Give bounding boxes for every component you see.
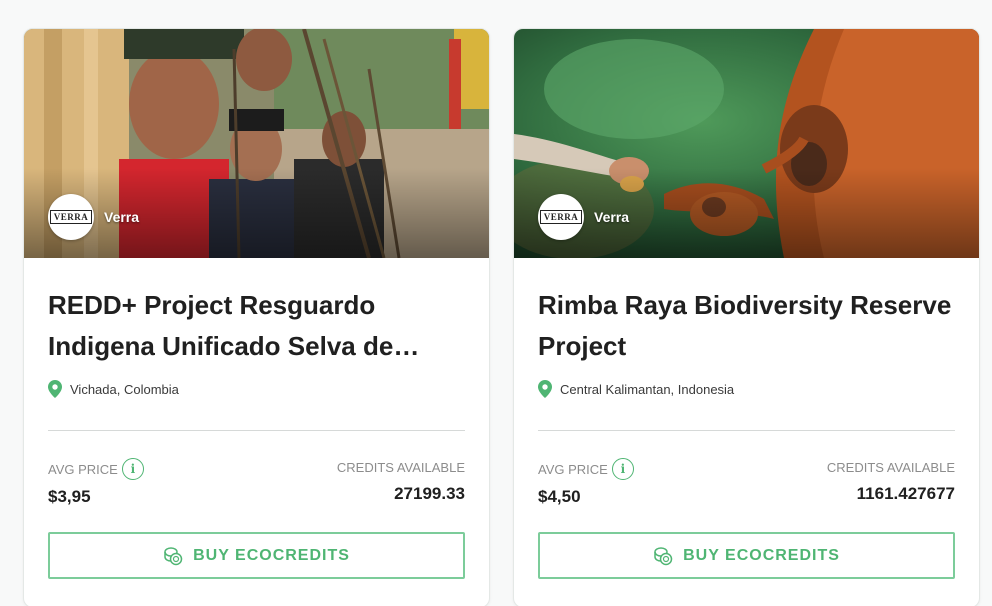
card-body: Rimba Raya Biodiversity Reserve Project … bbox=[514, 285, 979, 507]
project-title[interactable]: Rimba Raya Biodiversity Reserve Project bbox=[538, 285, 955, 367]
credits-available-label: CREDITS AVAILABLE bbox=[826, 459, 955, 475]
registry-name: Verra bbox=[104, 209, 140, 225]
location-pin-icon bbox=[538, 380, 552, 398]
credits-available-value: 1161.427677 bbox=[856, 484, 955, 503]
registry-name: Verra bbox=[594, 209, 630, 225]
location-pin-icon bbox=[48, 380, 62, 398]
project-photo: VERRA Verra bbox=[514, 29, 979, 258]
buy-button-label: BUY ECOCREDITS bbox=[193, 546, 350, 564]
credits-available-stat: CREDITS AVAILABLE 27199.33 bbox=[337, 459, 465, 507]
registry-logo: VERRA bbox=[48, 194, 94, 240]
credits-available-value: 27199.33 bbox=[394, 484, 465, 503]
registry-badge: VERRA Verra bbox=[48, 194, 139, 240]
location-text: Vichada, Colombia bbox=[70, 381, 179, 397]
price-stats: AVG PRICE i $3,95 CREDITS AVAILABLE 2719… bbox=[48, 458, 465, 507]
project-card-grid: VERRA Verra REDD+ Project Resguardo Indi… bbox=[23, 28, 980, 606]
project-title[interactable]: REDD+ Project Resguardo Indigena Unifica… bbox=[48, 285, 465, 367]
location-text: Central Kalimantan, Indonesia bbox=[560, 381, 735, 397]
buy-ecocredits-button[interactable]: BUY ECOCREDITS bbox=[48, 532, 465, 579]
buy-button-label: BUY ECOCREDITS bbox=[683, 546, 840, 564]
avg-price-label: AVG PRICE i bbox=[538, 458, 634, 480]
project-location: Vichada, Colombia bbox=[48, 380, 465, 398]
price-stats: AVG PRICE i $4,50 CREDITS AVAILABLE 1161… bbox=[538, 458, 955, 507]
info-icon[interactable]: i bbox=[121, 458, 144, 480]
coins-icon bbox=[164, 546, 183, 565]
project-location: Central Kalimantan, Indonesia bbox=[538, 380, 955, 398]
avg-price-stat: AVG PRICE i $3,95 bbox=[48, 458, 144, 507]
credits-available-label: CREDITS AVAILABLE bbox=[336, 459, 465, 475]
coins-icon bbox=[654, 546, 673, 565]
avg-price-label: AVG PRICE i bbox=[48, 458, 144, 480]
card-body: REDD+ Project Resguardo Indigena Unifica… bbox=[24, 285, 489, 507]
avg-price-stat: AVG PRICE i $4,50 bbox=[538, 458, 634, 507]
project-card[interactable]: VERRA Verra Rimba Raya Biodiversity Rese… bbox=[513, 28, 980, 606]
divider bbox=[538, 430, 955, 431]
project-photo: VERRA Verra bbox=[24, 29, 489, 258]
info-icon[interactable]: i bbox=[611, 458, 634, 480]
registry-logo: VERRA bbox=[538, 194, 584, 240]
registry-badge: VERRA Verra bbox=[538, 194, 629, 240]
divider bbox=[48, 430, 465, 431]
avg-price-value: $4,50 bbox=[538, 487, 581, 506]
avg-price-value: $3,95 bbox=[48, 487, 91, 506]
buy-ecocredits-button[interactable]: BUY ECOCREDITS bbox=[538, 532, 955, 579]
project-card[interactable]: VERRA Verra REDD+ Project Resguardo Indi… bbox=[23, 28, 490, 606]
credits-available-stat: CREDITS AVAILABLE 1161.427677 bbox=[827, 459, 955, 507]
